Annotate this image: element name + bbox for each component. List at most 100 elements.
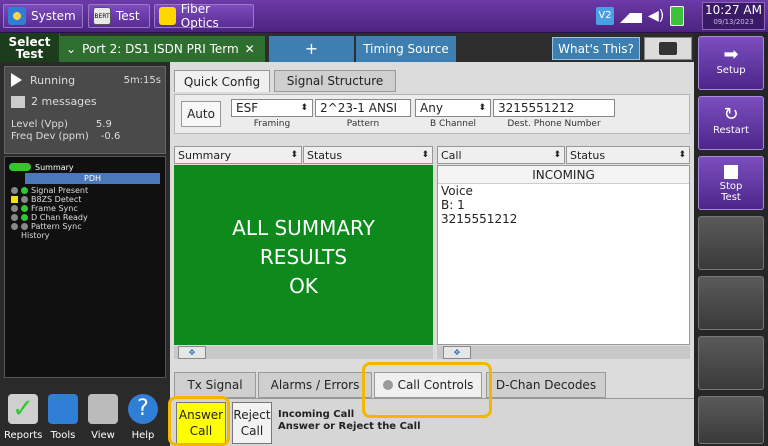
- tree-summary[interactable]: Summary: [9, 161, 163, 173]
- help-icon: ?: [128, 394, 158, 424]
- status-dot-icon: [21, 214, 28, 221]
- tab-quick-config[interactable]: Quick Config: [174, 70, 270, 92]
- test-button[interactable]: BERT Test: [88, 4, 150, 28]
- dropdown-arrow-icon: ⬍: [421, 150, 429, 160]
- tree-b8zs-detect[interactable]: B8ZS Detect: [11, 195, 81, 204]
- phone-number-input[interactable]: 3215551212: [493, 99, 615, 117]
- bchannel-label: B Channel: [430, 119, 476, 129]
- tab-port2[interactable]: ⌄ Port 2: DS1 ISDN PRI Term ✕: [60, 36, 265, 62]
- status-dot-icon: [11, 214, 18, 221]
- gear-icon: [8, 7, 26, 25]
- whats-this-button[interactable]: What's This?: [552, 37, 640, 60]
- soft-key-5[interactable]: [698, 276, 764, 330]
- fiber-optics-button[interactable]: Fiber Optics: [154, 2, 254, 30]
- tree-frame-sync[interactable]: Frame Sync: [11, 204, 78, 213]
- tab-tx-signal[interactable]: Tx Signal: [174, 372, 256, 398]
- summary-result-pane: ALL SUMMARY RESULTS OK: [174, 165, 433, 345]
- call-status-pane: INCOMING Voice B: 1 3215551212: [437, 165, 690, 345]
- system-button[interactable]: System: [3, 4, 83, 28]
- restart-button[interactable]: ↻ Restart: [698, 96, 764, 150]
- tree-signal-present[interactable]: Signal Present: [11, 186, 88, 195]
- stop-test-button[interactable]: Stop Test: [698, 156, 764, 210]
- setup-button[interactable]: ➡ Setup: [698, 36, 764, 90]
- framing-label: Framing: [253, 119, 291, 129]
- close-icon[interactable]: ✕: [245, 42, 255, 56]
- clock-date: 09/13/2023: [713, 18, 754, 26]
- tab-timing-source[interactable]: Timing Source: [356, 36, 456, 62]
- status-box: Running 5m:15s 2 messages Level (Vpp) 5.…: [4, 66, 166, 154]
- results-tree: Summary PDH Signal Present B8ZS Detect F…: [4, 156, 166, 378]
- top-bar: System BERT Test Fiber Optics V2 ◀) 10:2…: [0, 0, 768, 33]
- status-dot-icon: [11, 205, 18, 212]
- dropdown-arrow-icon: ⬍: [478, 103, 486, 113]
- status-dot-icon: [21, 196, 28, 203]
- soft-key-7[interactable]: [698, 396, 764, 444]
- clock: 10:27 AM 09/13/2023: [702, 2, 765, 30]
- bchannel-select[interactable]: Any ⬍: [415, 99, 491, 117]
- help-button[interactable]: ? Help: [124, 386, 162, 444]
- network-icon: [620, 9, 642, 23]
- chevron-down-icon: ⌄: [66, 42, 77, 56]
- call-type: Voice: [441, 184, 473, 198]
- view-button[interactable]: View: [84, 386, 122, 444]
- camera-button[interactable]: [644, 37, 692, 60]
- bert-icon: BERT: [93, 7, 111, 25]
- status-icons: V2 ◀): [596, 6, 700, 26]
- left-pane-footer: [174, 346, 433, 359]
- left-pane-select-1[interactable]: Summary ⬍: [174, 146, 302, 164]
- pattern-label: Pattern: [346, 119, 380, 129]
- dropdown-arrow-icon: ⬍: [553, 150, 561, 160]
- quick-config-bar: Auto ESF ⬍ Framing 2^23-1 ANSI Pattern A…: [174, 94, 690, 134]
- select-test-button[interactable]: Select Test: [0, 33, 60, 62]
- auto-button[interactable]: Auto: [181, 101, 221, 127]
- soft-key-6[interactable]: [698, 336, 764, 390]
- restart-icon: ↻: [723, 104, 739, 125]
- tab-d-chan-decodes[interactable]: D-Chan Decodes: [486, 372, 606, 398]
- tools-button[interactable]: Tools: [44, 386, 82, 444]
- messages-row[interactable]: 2 messages: [11, 95, 97, 108]
- call-bchannel: B: 1: [441, 198, 465, 212]
- status-dot-icon: [21, 187, 28, 194]
- right-pane-select-2[interactable]: Status ⬍: [566, 146, 690, 164]
- left-pane-select-2[interactable]: Status ⬍: [303, 146, 433, 164]
- right-pane-footer: [437, 346, 690, 359]
- status-dot-icon: [11, 196, 18, 203]
- incoming-header: INCOMING: [438, 166, 689, 184]
- reject-call-button[interactable]: Reject Call: [232, 402, 272, 444]
- pattern-select[interactable]: 2^23-1 ANSI: [315, 99, 411, 117]
- dropdown-arrow-icon: ⬍: [678, 150, 686, 160]
- status-dot-icon: [11, 187, 18, 194]
- soft-key-4[interactable]: [698, 216, 764, 270]
- toolbox-icon: [48, 394, 78, 424]
- battery-icon: [670, 6, 685, 26]
- reports-button[interactable]: ✓ Reports: [4, 386, 42, 444]
- right-panel: ➡ Setup ↻ Restart Stop Test: [694, 33, 768, 446]
- dropdown-arrow-icon: ⬍: [300, 103, 308, 113]
- status-dot-icon: [11, 223, 18, 230]
- bottom-tools: ✓ Reports Tools View ? Help: [4, 384, 168, 446]
- add-tab-button[interactable]: +: [269, 36, 354, 62]
- stop-icon: [724, 165, 738, 179]
- vnc-icon: V2: [596, 7, 614, 25]
- left-panel: Running 5m:15s 2 messages Level (Vpp) 5.…: [0, 62, 170, 446]
- tree-pattern-sync[interactable]: Pattern Sync: [11, 222, 82, 231]
- tree-d-chan-ready[interactable]: D Chan Ready: [11, 213, 88, 222]
- tab-signal-structure[interactable]: Signal Structure: [274, 70, 396, 92]
- right-pane-move-icon[interactable]: ✥: [443, 346, 471, 359]
- status-dot-icon: [21, 205, 28, 212]
- left-pane-move-icon[interactable]: ✥: [178, 346, 206, 359]
- camera-icon: [659, 42, 677, 55]
- green-led-icon: [9, 163, 31, 171]
- view-icon: [88, 394, 118, 424]
- right-pane-select-1[interactable]: Call ⬍: [437, 146, 565, 164]
- answer-call-highlight: [168, 396, 230, 446]
- arrow-right-icon: ➡: [723, 44, 739, 65]
- tab-alarms-errors[interactable]: Alarms / Errors: [258, 372, 372, 398]
- dropdown-arrow-icon: ⬍: [290, 150, 298, 160]
- tree-history[interactable]: History: [21, 231, 49, 240]
- phone-number-label: Dest. Phone Number: [507, 119, 601, 129]
- framing-select[interactable]: ESF ⬍: [231, 99, 313, 117]
- checkmark-icon: ✓: [8, 394, 38, 424]
- tree-pdh[interactable]: PDH: [25, 173, 160, 184]
- status-dot-icon: [21, 223, 28, 230]
